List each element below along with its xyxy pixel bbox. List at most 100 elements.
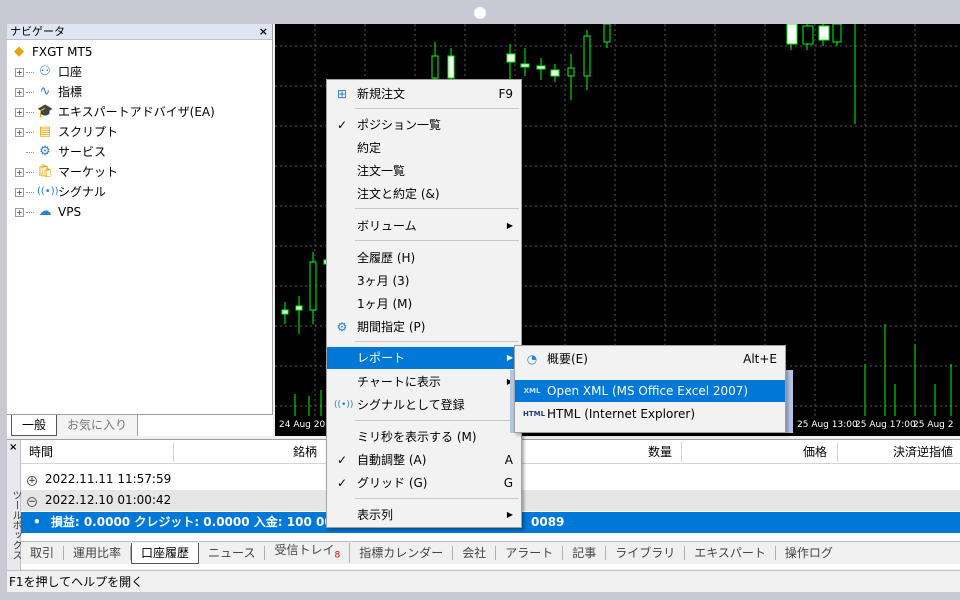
tree-line	[26, 151, 34, 153]
menu-item-positions[interactable]: ✓ ポジション一覧	[327, 114, 521, 136]
expand-icon[interactable]: +	[15, 127, 24, 137]
tab-journal[interactable]: 操作ログ	[776, 546, 842, 560]
menu-item-orders-and-deals[interactable]: 注文と約定 (&)	[327, 183, 521, 205]
status-bar: F1を押してヘルプを開く	[7, 570, 960, 592]
check-icon: ✓	[336, 118, 348, 132]
menu-shortcut: G	[503, 476, 513, 490]
menu-item-all-history[interactable]: 全履歴 (H)	[327, 247, 521, 269]
expand-icon[interactable]: +	[15, 87, 24, 97]
tree-item-label: VPS	[58, 205, 82, 219]
menu-item-new-order[interactable]: ⊞ 新規注文 F9	[327, 83, 521, 105]
row-time: 2022.11.11 11:57:59	[44, 472, 172, 486]
menu-item-show-on-chart[interactable]: チャートに表示 ▶	[327, 371, 521, 393]
tab-trade[interactable]: 取引	[21, 546, 65, 560]
x-axis-label: 25 Aug 2	[913, 420, 954, 430]
tab-alerts[interactable]: アラート	[496, 546, 564, 560]
tab-favorites[interactable]: お気に入り	[57, 415, 139, 436]
tree-root-account[interactable]: ◆ FXGT MT5	[7, 42, 272, 62]
script-icon: ▤	[38, 124, 52, 139]
expand-icon[interactable]: +	[15, 167, 24, 177]
toolbox-close-icon[interactable]: ×	[9, 442, 17, 453]
overview-icon: ◔	[526, 352, 538, 366]
tab-exposure[interactable]: 運用比率	[64, 546, 132, 560]
menu-item-volume[interactable]: ボリューム ▶	[327, 215, 521, 237]
menu-item-html[interactable]: HTML HTML (Internet Explorer)	[515, 403, 785, 425]
menu-item-label: 注文一覧	[357, 164, 406, 178]
tab-news[interactable]: ニュース	[199, 546, 266, 560]
tree-item-indicators[interactable]: + ∿ 指標	[7, 82, 272, 102]
tree-item-vps[interactable]: + ☁ VPS	[7, 202, 272, 222]
column-header-stop-loss[interactable]: 決済逆指値	[893, 440, 953, 464]
menu-item-show-milliseconds[interactable]: ミリ秒を表示する (M)	[327, 426, 521, 448]
tree-line	[26, 131, 34, 133]
column-header-time[interactable]: 時間	[29, 440, 53, 464]
menu-item-label: ポジション一覧	[357, 118, 442, 132]
tree-item-label: スクリプト	[58, 125, 119, 139]
tab-calendar[interactable]: 指標カレンダー	[350, 546, 454, 560]
row-expand-icon[interactable]: +	[27, 476, 37, 486]
column-header-symbol[interactable]: 銘柄	[293, 440, 317, 464]
market-icon: 🛍	[37, 164, 54, 179]
toolbox-tabs: 取引 運用比率 口座履歴 ニュース 受信トレイ8 指標カレンダー 会社 アラート…	[21, 541, 960, 564]
menu-item-orders[interactable]: 注文一覧	[327, 160, 521, 182]
tree-line	[26, 171, 34, 173]
tree-item-signals[interactable]: + ((•)) シグナル	[7, 182, 272, 202]
column-separator	[173, 442, 174, 462]
bullet-icon: •	[33, 515, 41, 529]
menu-item-label: 表示列	[357, 508, 394, 522]
expand-icon[interactable]: +	[15, 107, 24, 117]
menu-item-columns[interactable]: 表示列 ▶	[327, 504, 521, 526]
tab-mailbox-label: 受信トレイ	[274, 543, 335, 558]
menu-item-deals[interactable]: 約定	[327, 137, 521, 159]
summary-text: 損益: 0.0000 クレジット: 0.0000 入金: 100 000.000	[50, 515, 371, 529]
menu-item-label: 1ヶ月 (M)	[357, 297, 413, 311]
menu-item-1-month[interactable]: 1ヶ月 (M)	[327, 293, 521, 315]
new-order-icon: ⊞	[336, 87, 348, 101]
menu-item-3-months[interactable]: 3ヶ月 (3)	[327, 270, 521, 292]
menu-item-label: グリッド (G)	[357, 476, 428, 490]
tab-history[interactable]: 口座履歴	[131, 542, 200, 564]
expand-icon[interactable]: +	[15, 67, 24, 77]
tree-line	[26, 91, 34, 93]
menu-item-label: 注文と約定 (&)	[357, 187, 440, 201]
tree-item-market[interactable]: + 🛍 マーケット	[7, 162, 272, 182]
menu-item-report[interactable]: レポート ▶	[327, 347, 521, 369]
menu-item-overview[interactable]: ◔ 概要(E) Alt+E	[515, 348, 785, 370]
tree-item-account[interactable]: + ⚇ 口座	[7, 62, 272, 82]
menu-item-label: 概要(E)	[547, 352, 588, 366]
row-collapse-icon[interactable]: −	[27, 497, 37, 507]
menu-item-grid[interactable]: ✓ グリッド (G) G	[327, 472, 521, 494]
menu-item-custom-period[interactable]: ⚙ 期間指定 (P)	[327, 316, 521, 338]
tree-line	[26, 191, 34, 193]
menu-item-auto-scroll[interactable]: ✓ 自動調整 (A) A	[327, 449, 521, 471]
tree-item-services[interactable]: ⚙ サービス	[7, 142, 272, 162]
column-header-volume[interactable]: 数量	[648, 440, 672, 464]
summary-text-right: 0089	[531, 515, 565, 529]
tab-articles[interactable]: 記事	[563, 546, 607, 560]
menu-item-label: レポート	[357, 351, 406, 365]
navigator-title: ナビゲータ	[10, 25, 65, 38]
menu-shortcut: F9	[498, 87, 513, 101]
navigator-tabs: 一般 お気に入り	[7, 414, 273, 436]
signal-icon: ((•))	[334, 400, 354, 410]
menu-item-register-signal[interactable]: ((•)) シグナルとして登録	[327, 394, 521, 416]
tree-item-label: 指標	[58, 85, 83, 99]
status-text: F1を押してヘルプを開く	[9, 575, 144, 589]
tab-company[interactable]: 会社	[453, 546, 497, 560]
menu-item-open-xml[interactable]: XML Open XML (MS Office Excel 2007)	[515, 380, 785, 402]
tree-item-label: エキスパートアドバイザ(EA)	[58, 105, 215, 119]
navigator-close-icon[interactable]: ×	[259, 24, 268, 39]
tab-library[interactable]: ライブラリ	[606, 546, 686, 560]
column-header-price[interactable]: 価格	[803, 440, 827, 464]
expand-icon[interactable]: +	[15, 207, 24, 217]
tab-mailbox[interactable]: 受信トレイ8	[265, 543, 351, 563]
tab-general[interactable]: 一般	[11, 415, 58, 436]
expand-icon[interactable]: +	[15, 187, 24, 197]
tree-item-label: シグナル	[58, 185, 107, 199]
tree-item-scripts[interactable]: + ▤ スクリプト	[7, 122, 272, 142]
tree-item-experts[interactable]: + 🎓 エキスパートアドバイザ(EA)	[7, 102, 272, 122]
tab-experts[interactable]: エキスパート	[685, 546, 776, 560]
submenu-arrow-icon: ▶	[506, 221, 513, 230]
tree-line	[26, 211, 34, 213]
toolbox-side-bar: × ツールボックス	[7, 440, 21, 570]
